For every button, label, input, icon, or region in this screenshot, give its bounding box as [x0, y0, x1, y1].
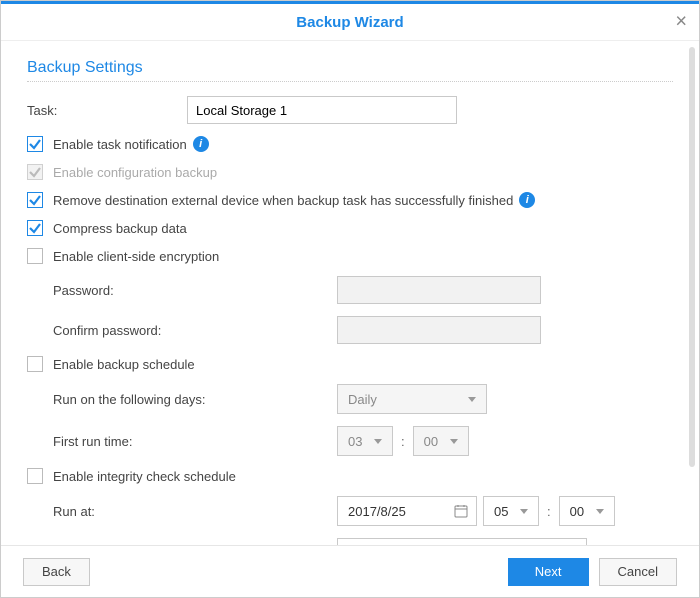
- enable-notification-row[interactable]: Enable task notification i: [27, 136, 673, 152]
- run-at-row: Run at: 2017/8/25 05 : 00: [53, 496, 673, 526]
- run-days-select[interactable]: Daily: [337, 384, 487, 414]
- content-area: Backup Settings Task: Enable task notifi…: [1, 41, 699, 545]
- compress-row[interactable]: Compress backup data: [27, 220, 673, 236]
- encrypt-checkbox[interactable]: [27, 248, 43, 264]
- enable-config-backup-label: Enable configuration backup: [53, 165, 217, 180]
- confirm-password-input: [337, 316, 541, 344]
- cancel-button[interactable]: Cancel: [599, 558, 677, 586]
- scrollbar-track[interactable]: [689, 47, 695, 541]
- time-colon: :: [401, 434, 405, 449]
- next-button[interactable]: Next: [508, 558, 589, 586]
- info-icon[interactable]: i: [193, 136, 209, 152]
- close-icon[interactable]: ×: [675, 11, 687, 34]
- run-days-row: Run on the following days: Daily: [53, 384, 673, 414]
- back-button[interactable]: Back: [23, 558, 90, 586]
- first-run-label: First run time:: [53, 434, 337, 449]
- integrity-checkbox[interactable]: [27, 468, 43, 484]
- confirm-password-label: Confirm password:: [53, 323, 337, 338]
- remove-device-row[interactable]: Remove destination external device when …: [27, 192, 673, 208]
- confirm-password-row: Confirm password:: [53, 316, 673, 344]
- compress-checkbox[interactable]: [27, 220, 43, 236]
- calendar-icon: [454, 504, 468, 518]
- time-colon: :: [547, 504, 551, 519]
- schedule-checkbox[interactable]: [27, 356, 43, 372]
- remove-device-checkbox[interactable]: [27, 192, 43, 208]
- section-title: Backup Settings: [27, 59, 673, 77]
- run-at-date-picker[interactable]: 2017/8/25: [337, 496, 477, 526]
- divider: [27, 81, 673, 82]
- integrity-row[interactable]: Enable integrity check schedule: [27, 468, 673, 484]
- footer: Back Next Cancel: [1, 545, 699, 597]
- schedule-row[interactable]: Enable backup schedule: [27, 356, 673, 372]
- titlebar: Backup Wizard ×: [1, 1, 699, 41]
- password-input: [337, 276, 541, 304]
- enable-config-backup-row: Enable configuration backup: [27, 164, 673, 180]
- first-run-row: First run time: 03 : 00: [53, 426, 673, 456]
- frequency-row: Frequency: weekly: [53, 538, 673, 545]
- frequency-select[interactable]: weekly: [337, 538, 587, 545]
- scrollbar-thumb[interactable]: [689, 47, 695, 467]
- first-run-minute-select[interactable]: 00: [413, 426, 469, 456]
- remove-device-label: Remove destination external device when …: [53, 193, 513, 208]
- schedule-label: Enable backup schedule: [53, 357, 195, 372]
- enable-notification-label: Enable task notification: [53, 137, 187, 152]
- task-label: Task:: [27, 103, 187, 118]
- enable-notification-checkbox[interactable]: [27, 136, 43, 152]
- encrypt-label: Enable client-side encryption: [53, 249, 219, 264]
- first-run-hour-select[interactable]: 03: [337, 426, 393, 456]
- window-title: Backup Wizard: [296, 14, 403, 31]
- task-row: Task:: [27, 96, 673, 124]
- run-days-label: Run on the following days:: [53, 392, 337, 407]
- run-at-date-value: 2017/8/25: [348, 504, 406, 519]
- compress-label: Compress backup data: [53, 221, 187, 236]
- run-at-label: Run at:: [53, 504, 337, 519]
- encrypt-row[interactable]: Enable client-side encryption: [27, 248, 673, 264]
- integrity-label: Enable integrity check schedule: [53, 469, 236, 484]
- enable-config-backup-checkbox: [27, 164, 43, 180]
- backup-wizard-window: Backup Wizard × Backup Settings Task: En…: [0, 0, 700, 598]
- run-at-hour-select[interactable]: 05: [483, 496, 539, 526]
- run-at-minute-select[interactable]: 00: [559, 496, 615, 526]
- password-row: Password:: [53, 276, 673, 304]
- info-icon[interactable]: i: [519, 192, 535, 208]
- task-name-input[interactable]: [187, 96, 457, 124]
- password-label: Password:: [53, 283, 337, 298]
